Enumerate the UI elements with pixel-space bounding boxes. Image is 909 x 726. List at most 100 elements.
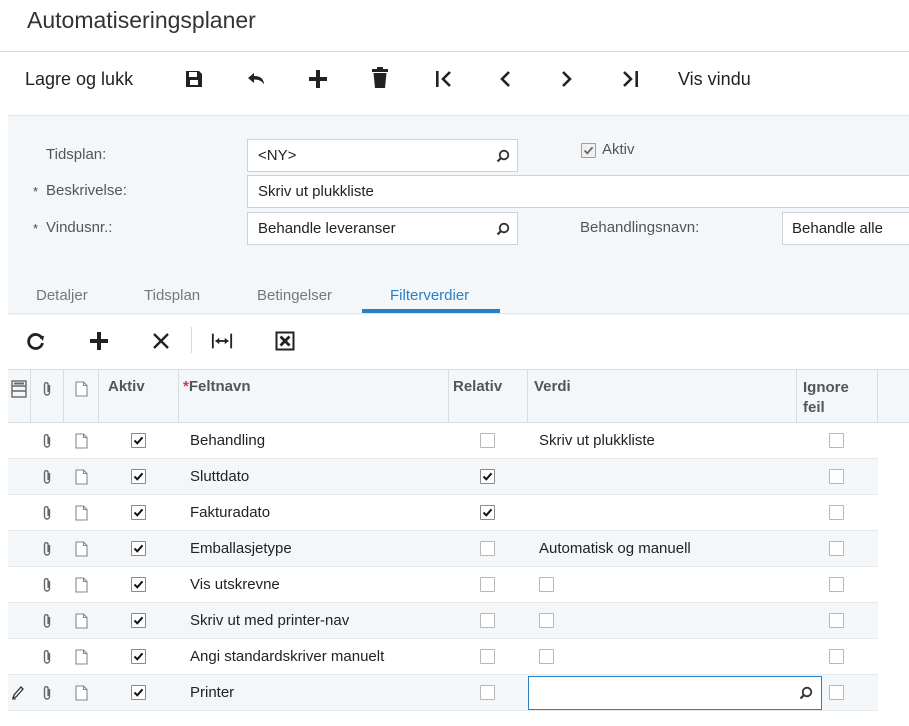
relative-checkbox[interactable]: [480, 541, 495, 556]
paperclip-icon[interactable]: [37, 539, 57, 559]
relative-checkbox[interactable]: [480, 649, 495, 664]
relative-checkbox[interactable]: [480, 505, 495, 520]
field-name-header-label: Feltnavn: [188, 378, 251, 395]
note-icon[interactable]: [71, 379, 91, 399]
value-checkbox[interactable]: [539, 577, 554, 592]
screen-id-label: Vindusnr.:: [46, 219, 113, 236]
column-header-active[interactable]: Aktiv: [108, 378, 145, 395]
value-cell[interactable]: Automatisk og manuell: [539, 540, 691, 557]
relative-checkbox[interactable]: [480, 469, 495, 484]
row-selector-icon[interactable]: [9, 379, 29, 399]
note-icon[interactable]: [71, 467, 91, 487]
paperclip-icon[interactable]: [37, 647, 57, 667]
paperclip-icon[interactable]: [37, 611, 57, 631]
active-checkbox[interactable]: [131, 685, 146, 700]
page-title: Automatiseringsplaner: [27, 7, 256, 33]
delete-icon[interactable]: [369, 67, 391, 89]
relative-checkbox[interactable]: [480, 685, 495, 700]
paperclip-icon[interactable]: [37, 503, 57, 523]
column-header-field-name[interactable]: *Feltnavn: [183, 378, 251, 395]
save-and-close-button[interactable]: Lagre og lukk: [25, 69, 133, 90]
ignore-error-checkbox[interactable]: [829, 541, 844, 556]
field-name-cell[interactable]: Angi standardskriver manuelt: [190, 648, 384, 665]
field-name-cell[interactable]: Vis utskrevne: [190, 576, 280, 593]
paperclip-icon[interactable]: [37, 431, 57, 451]
active-checkbox[interactable]: [131, 505, 146, 520]
tab-filter-values[interactable]: Filterverdier: [390, 287, 469, 304]
search-icon[interactable]: [796, 683, 816, 703]
tab-details[interactable]: Detaljer: [36, 287, 88, 304]
note-icon[interactable]: [71, 611, 91, 631]
note-icon[interactable]: [71, 503, 91, 523]
ignore-error-checkbox[interactable]: [829, 505, 844, 520]
active-checkbox[interactable]: [131, 469, 146, 484]
active-label: Aktiv: [602, 141, 635, 158]
paperclip-icon[interactable]: [37, 575, 57, 595]
add-icon[interactable]: [307, 68, 329, 90]
first-record-icon[interactable]: [433, 68, 455, 90]
paperclip-icon[interactable]: [37, 683, 57, 703]
description-field[interactable]: Skriv ut plukkliste: [247, 175, 909, 208]
save-icon[interactable]: [183, 68, 205, 90]
field-name-cell[interactable]: Skriv ut med printer-nav: [190, 612, 349, 629]
fit-columns-icon[interactable]: [211, 330, 233, 352]
column-divider: [178, 369, 179, 423]
tab-schedule[interactable]: Tidsplan: [144, 287, 200, 304]
field-name-cell[interactable]: Printer: [190, 684, 234, 701]
column-divider: [796, 369, 797, 423]
tab-conditions[interactable]: Betingelser: [257, 287, 332, 304]
last-record-icon[interactable]: [619, 68, 641, 90]
active-tab-indicator: [362, 309, 500, 313]
show-window-button[interactable]: Vis vindu: [678, 69, 751, 90]
active-checkbox[interactable]: [131, 613, 146, 628]
description-label: Beskrivelse:: [46, 182, 127, 199]
active-checkbox[interactable]: [131, 433, 146, 448]
note-icon[interactable]: [71, 431, 91, 451]
ignore-error-checkbox[interactable]: [829, 433, 844, 448]
next-record-icon[interactable]: [556, 68, 578, 90]
column-header-value[interactable]: Verdi: [534, 378, 571, 395]
active-checkbox[interactable]: [131, 541, 146, 556]
column-divider: [527, 369, 528, 423]
field-name-cell[interactable]: Behandling: [190, 432, 265, 449]
ignore-error-checkbox[interactable]: [829, 469, 844, 484]
relative-checkbox[interactable]: [480, 433, 495, 448]
value-cell[interactable]: Skriv ut plukkliste: [539, 432, 655, 449]
toolbar-separator: [191, 327, 192, 353]
ignore-error-checkbox[interactable]: [829, 613, 844, 628]
column-header-relative[interactable]: Relativ: [453, 378, 526, 395]
refresh-icon[interactable]: [25, 330, 47, 352]
schedule-field[interactable]: <NY>: [247, 139, 518, 172]
field-name-cell[interactable]: Emballasjetype: [190, 540, 292, 557]
delete-row-icon[interactable]: [150, 330, 172, 352]
note-icon[interactable]: [71, 647, 91, 667]
active-checkbox[interactable]: [581, 143, 596, 158]
note-icon[interactable]: [71, 539, 91, 559]
paperclip-icon[interactable]: [37, 467, 57, 487]
previous-record-icon[interactable]: [494, 68, 516, 90]
screen-id-field[interactable]: Behandle leveranser: [247, 212, 518, 245]
value-checkbox[interactable]: [539, 613, 554, 628]
value-lookup-field[interactable]: [528, 676, 822, 710]
column-header-ignore-error[interactable]: Ignore feil: [803, 378, 863, 418]
ignore-error-checkbox[interactable]: [829, 577, 844, 592]
edit-pencil-icon: [8, 683, 28, 703]
action-name-field[interactable]: Behandle alle: [782, 212, 909, 245]
active-checkbox[interactable]: [131, 649, 146, 664]
search-icon[interactable]: [489, 149, 517, 163]
ignore-error-checkbox[interactable]: [829, 685, 844, 700]
ignore-error-checkbox[interactable]: [829, 649, 844, 664]
relative-checkbox[interactable]: [480, 613, 495, 628]
value-checkbox[interactable]: [539, 649, 554, 664]
note-icon[interactable]: [71, 575, 91, 595]
field-name-cell[interactable]: Fakturadato: [190, 504, 270, 521]
relative-checkbox[interactable]: [480, 577, 495, 592]
active-checkbox[interactable]: [131, 577, 146, 592]
export-excel-icon[interactable]: [274, 330, 296, 352]
field-name-cell[interactable]: Sluttdato: [190, 468, 249, 485]
add-row-icon[interactable]: [88, 330, 110, 352]
search-icon[interactable]: [489, 222, 517, 236]
note-icon[interactable]: [71, 683, 91, 703]
paperclip-icon[interactable]: [37, 379, 57, 399]
undo-icon[interactable]: [246, 68, 268, 90]
